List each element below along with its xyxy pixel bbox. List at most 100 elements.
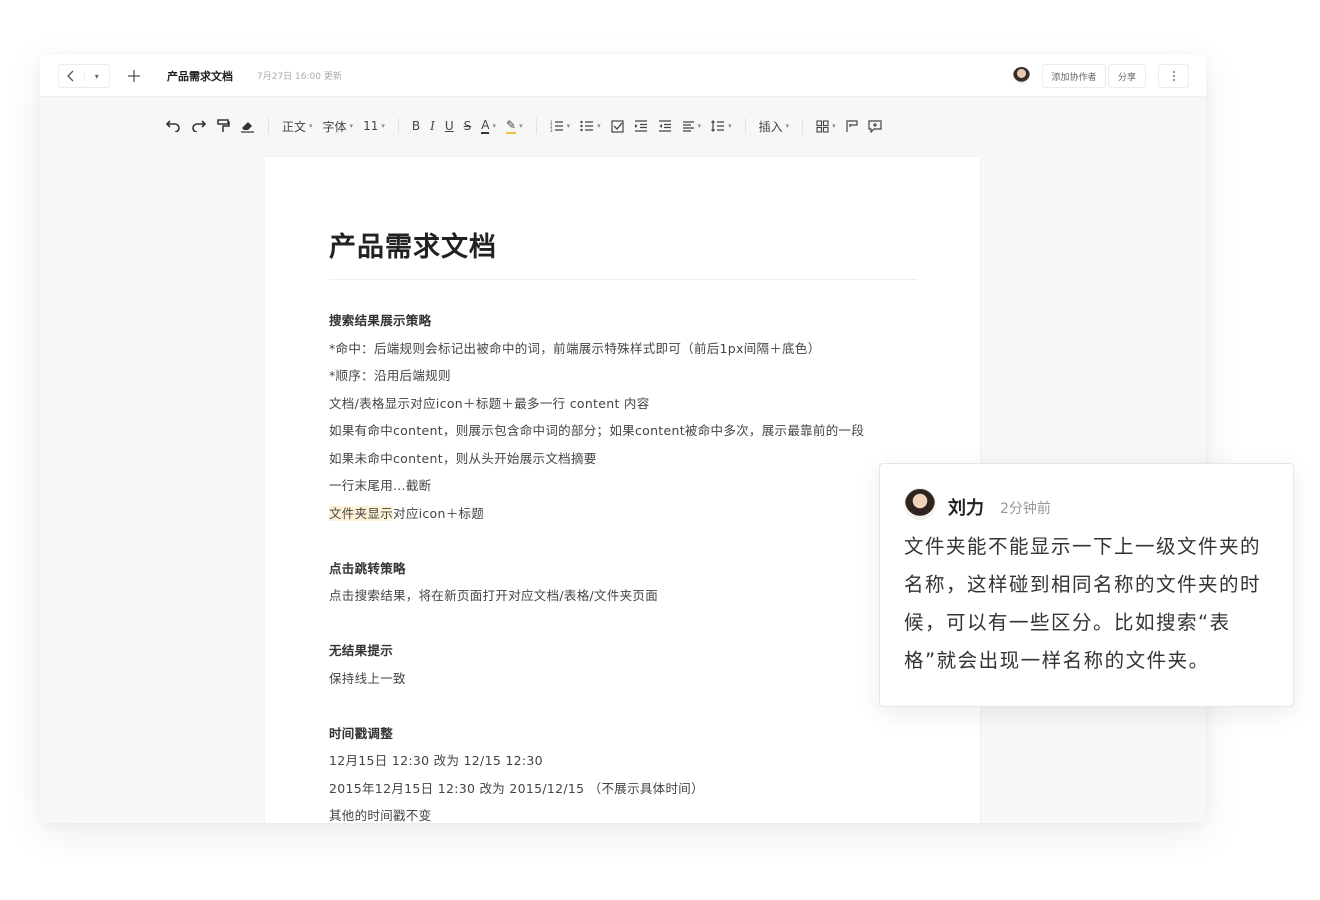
ordered-list-button[interactable]: 123 ▾ bbox=[545, 115, 576, 137]
section-heading[interactable]: 点击跳转策略 bbox=[329, 555, 929, 583]
table-button[interactable]: ▾ bbox=[811, 115, 841, 137]
comment-card[interactable]: 刘力 2分钟前 文件夹能不能显示一下上一级文件夹的名称，这样碰到相同名称的文件夹… bbox=[879, 463, 1294, 707]
user-avatar[interactable] bbox=[1013, 67, 1030, 84]
toolbar-divider bbox=[802, 118, 804, 134]
add-collaborator-button[interactable]: 添加协作者 bbox=[1042, 64, 1106, 88]
highlighter-icon: ✎ bbox=[506, 118, 517, 134]
paragraph-line[interactable]: 一行末尾用...截断 bbox=[329, 472, 929, 500]
font-size-select[interactable]: 11 ▾ bbox=[358, 115, 390, 137]
clear-format-button[interactable] bbox=[235, 115, 260, 137]
paragraph-line[interactable]: 2015年12月15日 12:30 改为 2015/12/15 （不展示具体时间… bbox=[329, 775, 929, 803]
bullet-list-icon bbox=[580, 120, 594, 132]
undo-icon bbox=[165, 120, 180, 132]
strikethrough-button[interactable]: S bbox=[459, 115, 477, 137]
line-height-icon bbox=[711, 120, 725, 132]
top-bar: ▾ 产品需求文档 7月27日 16:00 更新 添加协作者 分享 bbox=[40, 55, 1206, 97]
font-color-button[interactable]: A ▾ bbox=[476, 115, 501, 137]
paragraph-style-label: 正文 bbox=[282, 119, 307, 134]
caret-down-icon: ▾ bbox=[785, 122, 790, 130]
redo-button[interactable] bbox=[186, 115, 212, 137]
underline-button[interactable]: U bbox=[440, 115, 459, 137]
insert-menu[interactable]: 插入 ▾ bbox=[754, 115, 795, 137]
section-heading[interactable]: 时间戳调整 bbox=[329, 720, 929, 748]
paragraph-line[interactable]: 保持线上一致 bbox=[329, 665, 929, 693]
commented-text-highlight[interactable]: 文件夹显示 bbox=[329, 505, 394, 521]
paragraph-line[interactable]: *命中：后端规则会标记出被命中的词，前端展示特殊样式即可（前后1px间隔＋底色） bbox=[329, 335, 929, 363]
paragraph-line[interactable]: 其他的时间戳不变 bbox=[329, 802, 929, 823]
paragraph-line[interactable]: *顺序：沿用后端规则 bbox=[329, 362, 929, 390]
caret-down-icon: ▾ bbox=[381, 122, 385, 130]
insert-label: 插入 bbox=[758, 119, 783, 134]
more-button[interactable] bbox=[1158, 64, 1189, 88]
italic-button[interactable]: I bbox=[425, 115, 440, 137]
highlight-button[interactable]: ✎ ▾ bbox=[501, 115, 528, 137]
comment-time: 2分钟前 bbox=[1000, 501, 1051, 517]
add-comment-button[interactable] bbox=[863, 115, 887, 137]
font-color-icon: A bbox=[481, 118, 490, 134]
format-painter-button[interactable] bbox=[212, 115, 235, 137]
format-panel-button[interactable] bbox=[841, 115, 863, 137]
share-button[interactable]: 分享 bbox=[1108, 64, 1146, 88]
caret-down-icon: ▾ bbox=[728, 122, 732, 130]
paragraph-text: 对应icon＋标题 bbox=[393, 505, 485, 521]
nav-group: ▾ bbox=[58, 64, 110, 88]
document-title[interactable]: 产品需求文档 bbox=[329, 225, 497, 264]
font-size-label: 11 bbox=[363, 119, 379, 133]
toolbar-divider bbox=[535, 118, 537, 134]
history-dropdown[interactable]: ▾ bbox=[83, 71, 110, 81]
align-left-icon bbox=[682, 120, 694, 132]
eraser-icon bbox=[241, 122, 254, 133]
document-body[interactable]: 搜索结果展示策略 *命中：后端规则会标记出被命中的词，前端展示特殊样式即可（前后1… bbox=[329, 307, 929, 823]
doc-name: 产品需求文档 bbox=[167, 70, 233, 83]
caret-down-icon: ▾ bbox=[597, 122, 601, 130]
paragraph-line[interactable]: 如果未命中content，则从头开始展示文档摘要 bbox=[329, 445, 929, 473]
caret-down-icon: ▾ bbox=[566, 122, 571, 130]
indent-icon bbox=[634, 120, 647, 132]
caret-down-icon: ▾ bbox=[349, 122, 354, 130]
back-button[interactable] bbox=[59, 70, 84, 82]
caret-down-icon: ▾ bbox=[492, 122, 496, 130]
new-doc-button[interactable] bbox=[120, 64, 148, 88]
more-vertical-icon bbox=[1172, 71, 1175, 81]
bold-button[interactable]: B bbox=[407, 115, 425, 137]
line-height-button[interactable]: ▾ bbox=[706, 115, 737, 137]
paint-roller-icon bbox=[217, 119, 230, 132]
document-page[interactable]: 产品需求文档 搜索结果展示策略 *命中：后端规则会标记出被命中的词，前端展示特殊样… bbox=[265, 157, 980, 823]
caret-down-icon: ▾ bbox=[309, 122, 313, 130]
checklist-button[interactable] bbox=[606, 115, 629, 137]
comment-author: 刘力 bbox=[948, 498, 984, 519]
toolbar-divider bbox=[744, 118, 746, 134]
paragraph-style-select[interactable]: 正文 ▾ bbox=[277, 115, 318, 137]
indent-button[interactable] bbox=[629, 115, 653, 137]
title-divider bbox=[329, 279, 917, 280]
paragraph-line[interactable]: 点击搜索结果，将在新页面打开对应文档/表格/文件夹页面 bbox=[329, 582, 929, 610]
font-family-select[interactable]: 字体 ▾ bbox=[318, 115, 359, 137]
comment-add-icon bbox=[868, 119, 882, 133]
paragraph-line[interactable]: 如果有命中content，则展示包含命中词的部分；如果content被命中多次，… bbox=[329, 417, 929, 445]
doc-updated-time: 7月27日 16:00 更新 bbox=[257, 72, 342, 82]
redo-icon bbox=[192, 120, 207, 132]
undo-button[interactable] bbox=[160, 115, 186, 137]
caret-down-icon: ▾ bbox=[697, 122, 702, 130]
flag-icon bbox=[846, 119, 858, 132]
plus-icon bbox=[128, 70, 140, 82]
outdent-icon bbox=[658, 120, 671, 132]
caret-down-icon: ▾ bbox=[519, 122, 523, 130]
editor-window: ▾ 产品需求文档 7月27日 16:00 更新 添加协作者 分享 正文 ▾ 字体 ▾… bbox=[40, 55, 1206, 823]
format-toolbar: 正文▾ 字体▾ 11▾ B I U S A▾ ✎▾ 123 ▾ ▾ ▾ bbox=[160, 115, 887, 137]
paragraph-line[interactable]: 12月15日 12:30 改为 12/15 12:30 bbox=[329, 747, 929, 775]
toolbar-divider bbox=[397, 118, 399, 134]
toolbar-divider bbox=[268, 118, 269, 134]
chevron-left-icon bbox=[67, 70, 74, 82]
section-heading[interactable]: 无结果提示 bbox=[329, 637, 929, 665]
bullet-list-button[interactable]: ▾ bbox=[575, 115, 606, 137]
paragraph-line[interactable]: 文件夹显示对应icon＋标题 bbox=[329, 500, 929, 528]
outdent-button[interactable] bbox=[653, 115, 677, 137]
ordered-list-icon: 123 bbox=[550, 120, 563, 132]
align-button[interactable]: ▾ bbox=[677, 115, 707, 137]
paragraph-line[interactable]: 文档/表格显示对应icon＋标题＋最多一行 content 内容 bbox=[329, 390, 929, 418]
section-heading[interactable]: 搜索结果展示策略 bbox=[329, 307, 929, 335]
